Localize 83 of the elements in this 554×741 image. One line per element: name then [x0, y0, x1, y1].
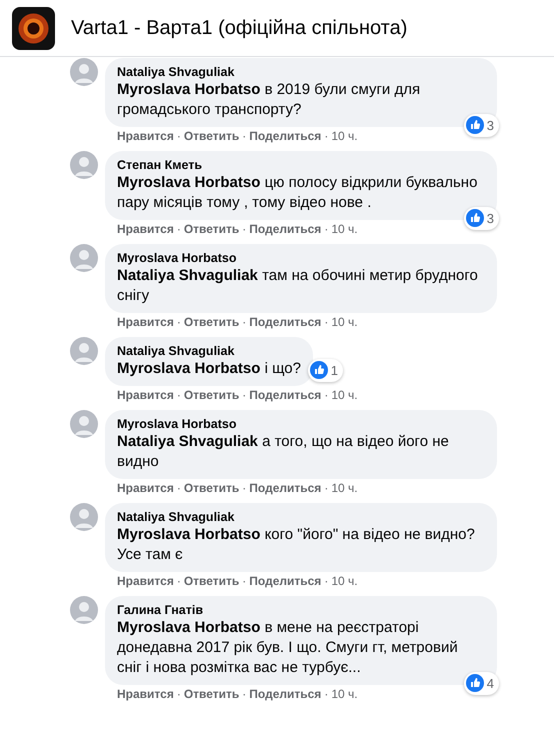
separator-dot: · [242, 387, 246, 403]
action-link[interactable]: Ответить [184, 387, 240, 403]
separator-dot: · [324, 221, 328, 237]
comment-text: Nataliya Shvaguliak там на обочині метир брудного снігу [117, 266, 479, 306]
avatar[interactable] [70, 503, 98, 531]
comment-text: Nataliya Shvaguliak а того, що на відео його не видно [117, 432, 450, 472]
author-name[interactable]: Nataliya Shvaguliak [117, 64, 485, 80]
like-count: 4 [486, 674, 494, 692]
separator-dot: · [242, 221, 246, 237]
action-link[interactable]: Ответить [184, 128, 240, 144]
avatar[interactable] [70, 151, 98, 179]
action-link[interactable]: Нравится [117, 480, 174, 496]
timestamp[interactable]: 10 ч. [331, 686, 358, 702]
action-link[interactable]: Поделиться [249, 314, 322, 330]
thumbs-up-icon [466, 674, 484, 692]
action-link[interactable]: Нравится [117, 686, 174, 702]
author-name[interactable]: Галина Гнатів [117, 602, 485, 618]
author-name[interactable]: Nataliya Shvaguliak [117, 343, 301, 359]
reaction-count[interactable]: 1 [308, 358, 343, 382]
separator-dot: · [242, 128, 246, 144]
action-link[interactable]: Поделиться [249, 221, 322, 237]
action-link[interactable]: Поделиться [249, 387, 322, 403]
avatar[interactable] [70, 337, 98, 365]
thumbs-up-icon [310, 361, 328, 380]
separator-dot: · [324, 128, 328, 144]
timestamp[interactable]: 10 ч. [331, 573, 358, 589]
author-name[interactable]: Myroslava Horbatso [117, 250, 485, 266]
action-link[interactable]: Ответить [184, 480, 240, 496]
action-link[interactable]: Нравится [117, 387, 174, 403]
comment-text: Myroslava Horbatso в 2019 були смуги для громадського транспорту? [117, 80, 422, 120]
action-link[interactable]: Нравится [117, 128, 174, 144]
avatar[interactable] [70, 410, 98, 438]
logo-icon [12, 6, 55, 50]
page-title[interactable]: Varta1 - Варта1 (офіційна спільнота) [71, 13, 408, 43]
timestamp[interactable]: 10 ч. [331, 128, 358, 144]
avatar[interactable] [70, 244, 98, 272]
separator-dot: · [176, 573, 181, 589]
like-count: 3 [486, 116, 494, 134]
timestamp[interactable]: 10 ч. [331, 314, 358, 330]
separator-dot: · [324, 686, 328, 702]
thumbs-up-icon [466, 209, 484, 228]
separator-dot: · [324, 480, 328, 496]
timestamp[interactable]: 10 ч. [331, 387, 358, 403]
separator-dot: · [176, 221, 181, 237]
action-link[interactable]: Нравится [117, 221, 174, 237]
action-link[interactable]: Поделиться [249, 480, 322, 496]
reaction-count[interactable]: 3 [464, 206, 499, 230]
action-link[interactable]: Ответить [184, 686, 240, 702]
separator-dot: · [242, 314, 246, 330]
separator-dot: · [176, 686, 181, 702]
action-link[interactable]: Нравится [117, 314, 174, 330]
like-count: 3 [486, 210, 494, 228]
thumbs-up-icon [466, 116, 484, 134]
action-link[interactable]: Ответить [184, 314, 240, 330]
separator-dot: · [176, 128, 181, 144]
avatar[interactable] [70, 596, 98, 624]
action-link[interactable]: Ответить [184, 221, 240, 237]
comment-text: Myroslava Horbatso кого "його" на відео не видно? Усе там є [117, 525, 476, 565]
timestamp[interactable]: 10 ч. [331, 221, 358, 237]
separator-dot: · [176, 314, 181, 330]
action-link[interactable]: Ответить [184, 573, 240, 589]
timestamp[interactable]: 10 ч. [331, 480, 358, 496]
separator-dot: · [242, 480, 246, 496]
avatar[interactable] [70, 58, 98, 86]
comment-text: Myroslava Horbatso в мене на реєстраторі донедавна 2017 рік був. І що. Смуги гт, метровий сніг і нова розмітка вас не турбує... [117, 618, 459, 678]
separator-dot: · [324, 573, 328, 589]
action-link[interactable]: Поделиться [249, 686, 322, 702]
reaction-count[interactable]: 4 [464, 672, 499, 695]
action-link[interactable]: Нравится [117, 573, 174, 589]
separator-dot: · [242, 573, 246, 589]
action-link[interactable]: Поделиться [249, 573, 322, 589]
separator-dot: · [176, 480, 181, 496]
separator-dot: · [324, 314, 328, 330]
like-count: 1 [330, 362, 338, 380]
separator-dot: · [176, 387, 181, 403]
separator-dot: · [324, 387, 328, 403]
action-link[interactable]: Поделиться [249, 128, 322, 144]
author-name[interactable]: Myroslava Horbatso [117, 416, 485, 432]
author-name[interactable]: Степан Кметь [117, 157, 485, 173]
comment-text: Myroslava Horbatso і що? [117, 359, 301, 379]
separator-dot: · [242, 686, 246, 702]
reaction-count[interactable]: 3 [464, 114, 499, 137]
author-name[interactable]: Nataliya Shvaguliak [117, 509, 485, 525]
